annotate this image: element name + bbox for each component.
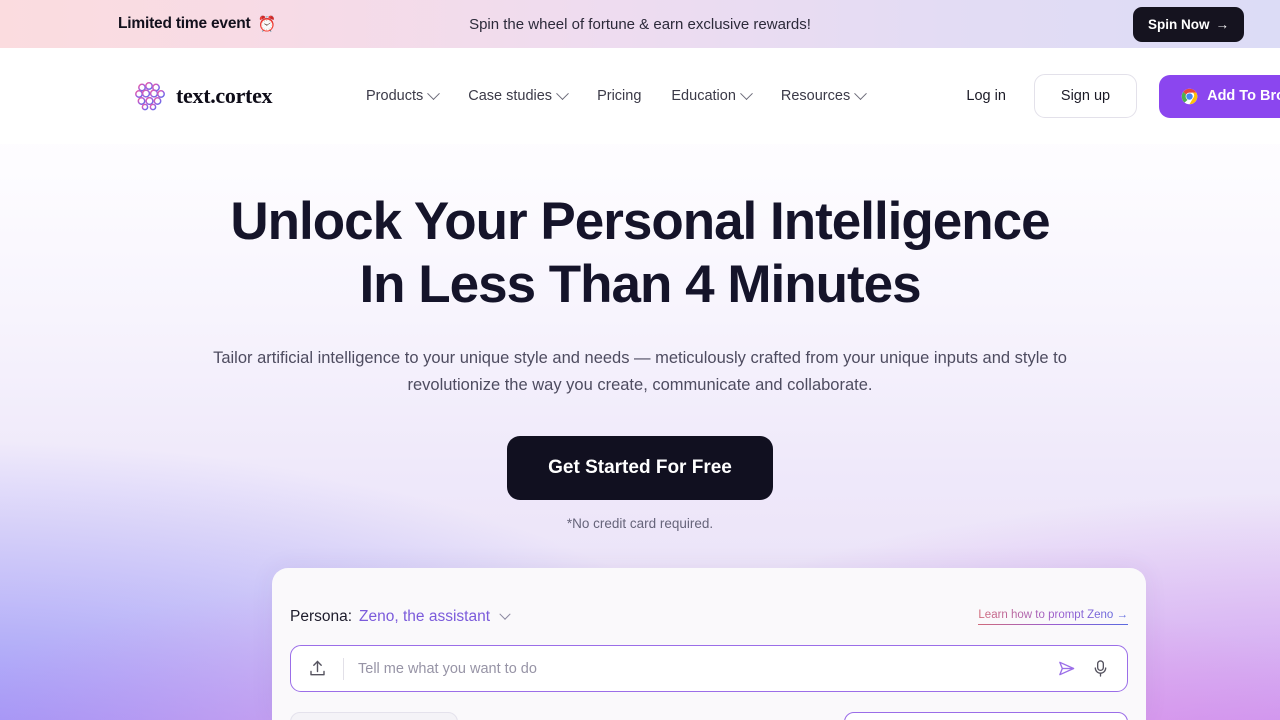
chevron-down-icon [427, 86, 441, 100]
nav-item-case-studies[interactable]: Case studies [468, 86, 569, 104]
spin-now-button[interactable]: Spin Now → [1133, 6, 1244, 42]
suggestion-chip-left[interactable] [290, 712, 458, 720]
signup-button[interactable]: Sign up [1033, 74, 1138, 118]
prompt-input-row [290, 645, 1128, 692]
main-navbar: text.cortex Products Case studies Pricin… [0, 48, 1280, 144]
send-icon[interactable] [1049, 659, 1083, 678]
hero-subtitle: Tailor artificial intelligence to your u… [213, 349, 1067, 394]
prompt-input[interactable] [344, 660, 1049, 677]
nav-item-education[interactable]: Education [671, 86, 753, 104]
hero-heading-line1: Unlock Your Personal Intelligence [230, 192, 1050, 251]
add-to-browser-button[interactable]: Add To Browser [1159, 74, 1280, 118]
nav-item-resources[interactable]: Resources [780, 86, 868, 104]
add-to-browser-label: Add To Browser [1207, 88, 1280, 104]
nav-links: Products Case studies Pricing Education … [366, 86, 868, 104]
nav-item-pricing[interactable]: Pricing [597, 88, 641, 104]
persona-selector[interactable]: Persona: Zeno, the assistant [290, 608, 511, 626]
cta-note: *No credit card required. [566, 516, 714, 531]
page-title: Unlock Your Personal Intelligence In Les… [0, 190, 1280, 316]
promo-banner: Limited time event ⏰ Spin the wheel of f… [0, 0, 1280, 48]
login-link[interactable]: Log in [966, 88, 1006, 104]
chevron-down-icon [499, 608, 511, 620]
chevron-down-icon [740, 86, 753, 100]
upload-icon[interactable] [291, 659, 343, 678]
promo-center-text: Spin the wheel of fortune & earn exclusi… [469, 15, 811, 33]
logo[interactable]: text.cortex [134, 81, 273, 111]
nav-item-products-label: Products [366, 88, 424, 104]
chrome-icon [1181, 88, 1198, 104]
persona-label: Persona: [290, 608, 353, 625]
nav-item-pricing-label: Pricing [597, 88, 642, 104]
nav-item-resources-label: Resources [780, 88, 851, 104]
hero-heading-line2: In Less Than 4 Minutes [359, 255, 921, 314]
nav-item-products[interactable]: Products [366, 86, 441, 104]
learn-prompt-link[interactable]: Learn how to prompt Zeno → [978, 609, 1128, 625]
microphone-icon[interactable] [1083, 659, 1117, 678]
nav-item-education-label: Education [671, 88, 736, 104]
persona-row: Persona: Zeno, the assistant Learn how t… [290, 608, 1128, 626]
arrow-right-icon: → [1215, 16, 1230, 32]
chevron-down-icon [556, 86, 569, 100]
persona-value[interactable]: Zeno, the assistant [359, 608, 490, 626]
logo-text: text.cortex [176, 83, 273, 108]
get-started-button[interactable]: Get Started For Free [507, 436, 773, 500]
nav-actions: Log in Sign up Add To Browser [966, 48, 1280, 144]
hero-section: Unlock Your Personal Intelligence In Les… [0, 144, 1280, 531]
chevron-down-icon [854, 86, 868, 100]
suggestion-chip-row [290, 712, 1128, 720]
spin-now-label: Spin Now [1148, 16, 1210, 32]
brain-logo-icon [135, 82, 165, 111]
nav-item-case-studies-label: Case studies [468, 88, 553, 104]
suggestion-chip-right[interactable] [844, 712, 1128, 720]
prompt-card: Persona: Zeno, the assistant Learn how t… [272, 568, 1146, 720]
